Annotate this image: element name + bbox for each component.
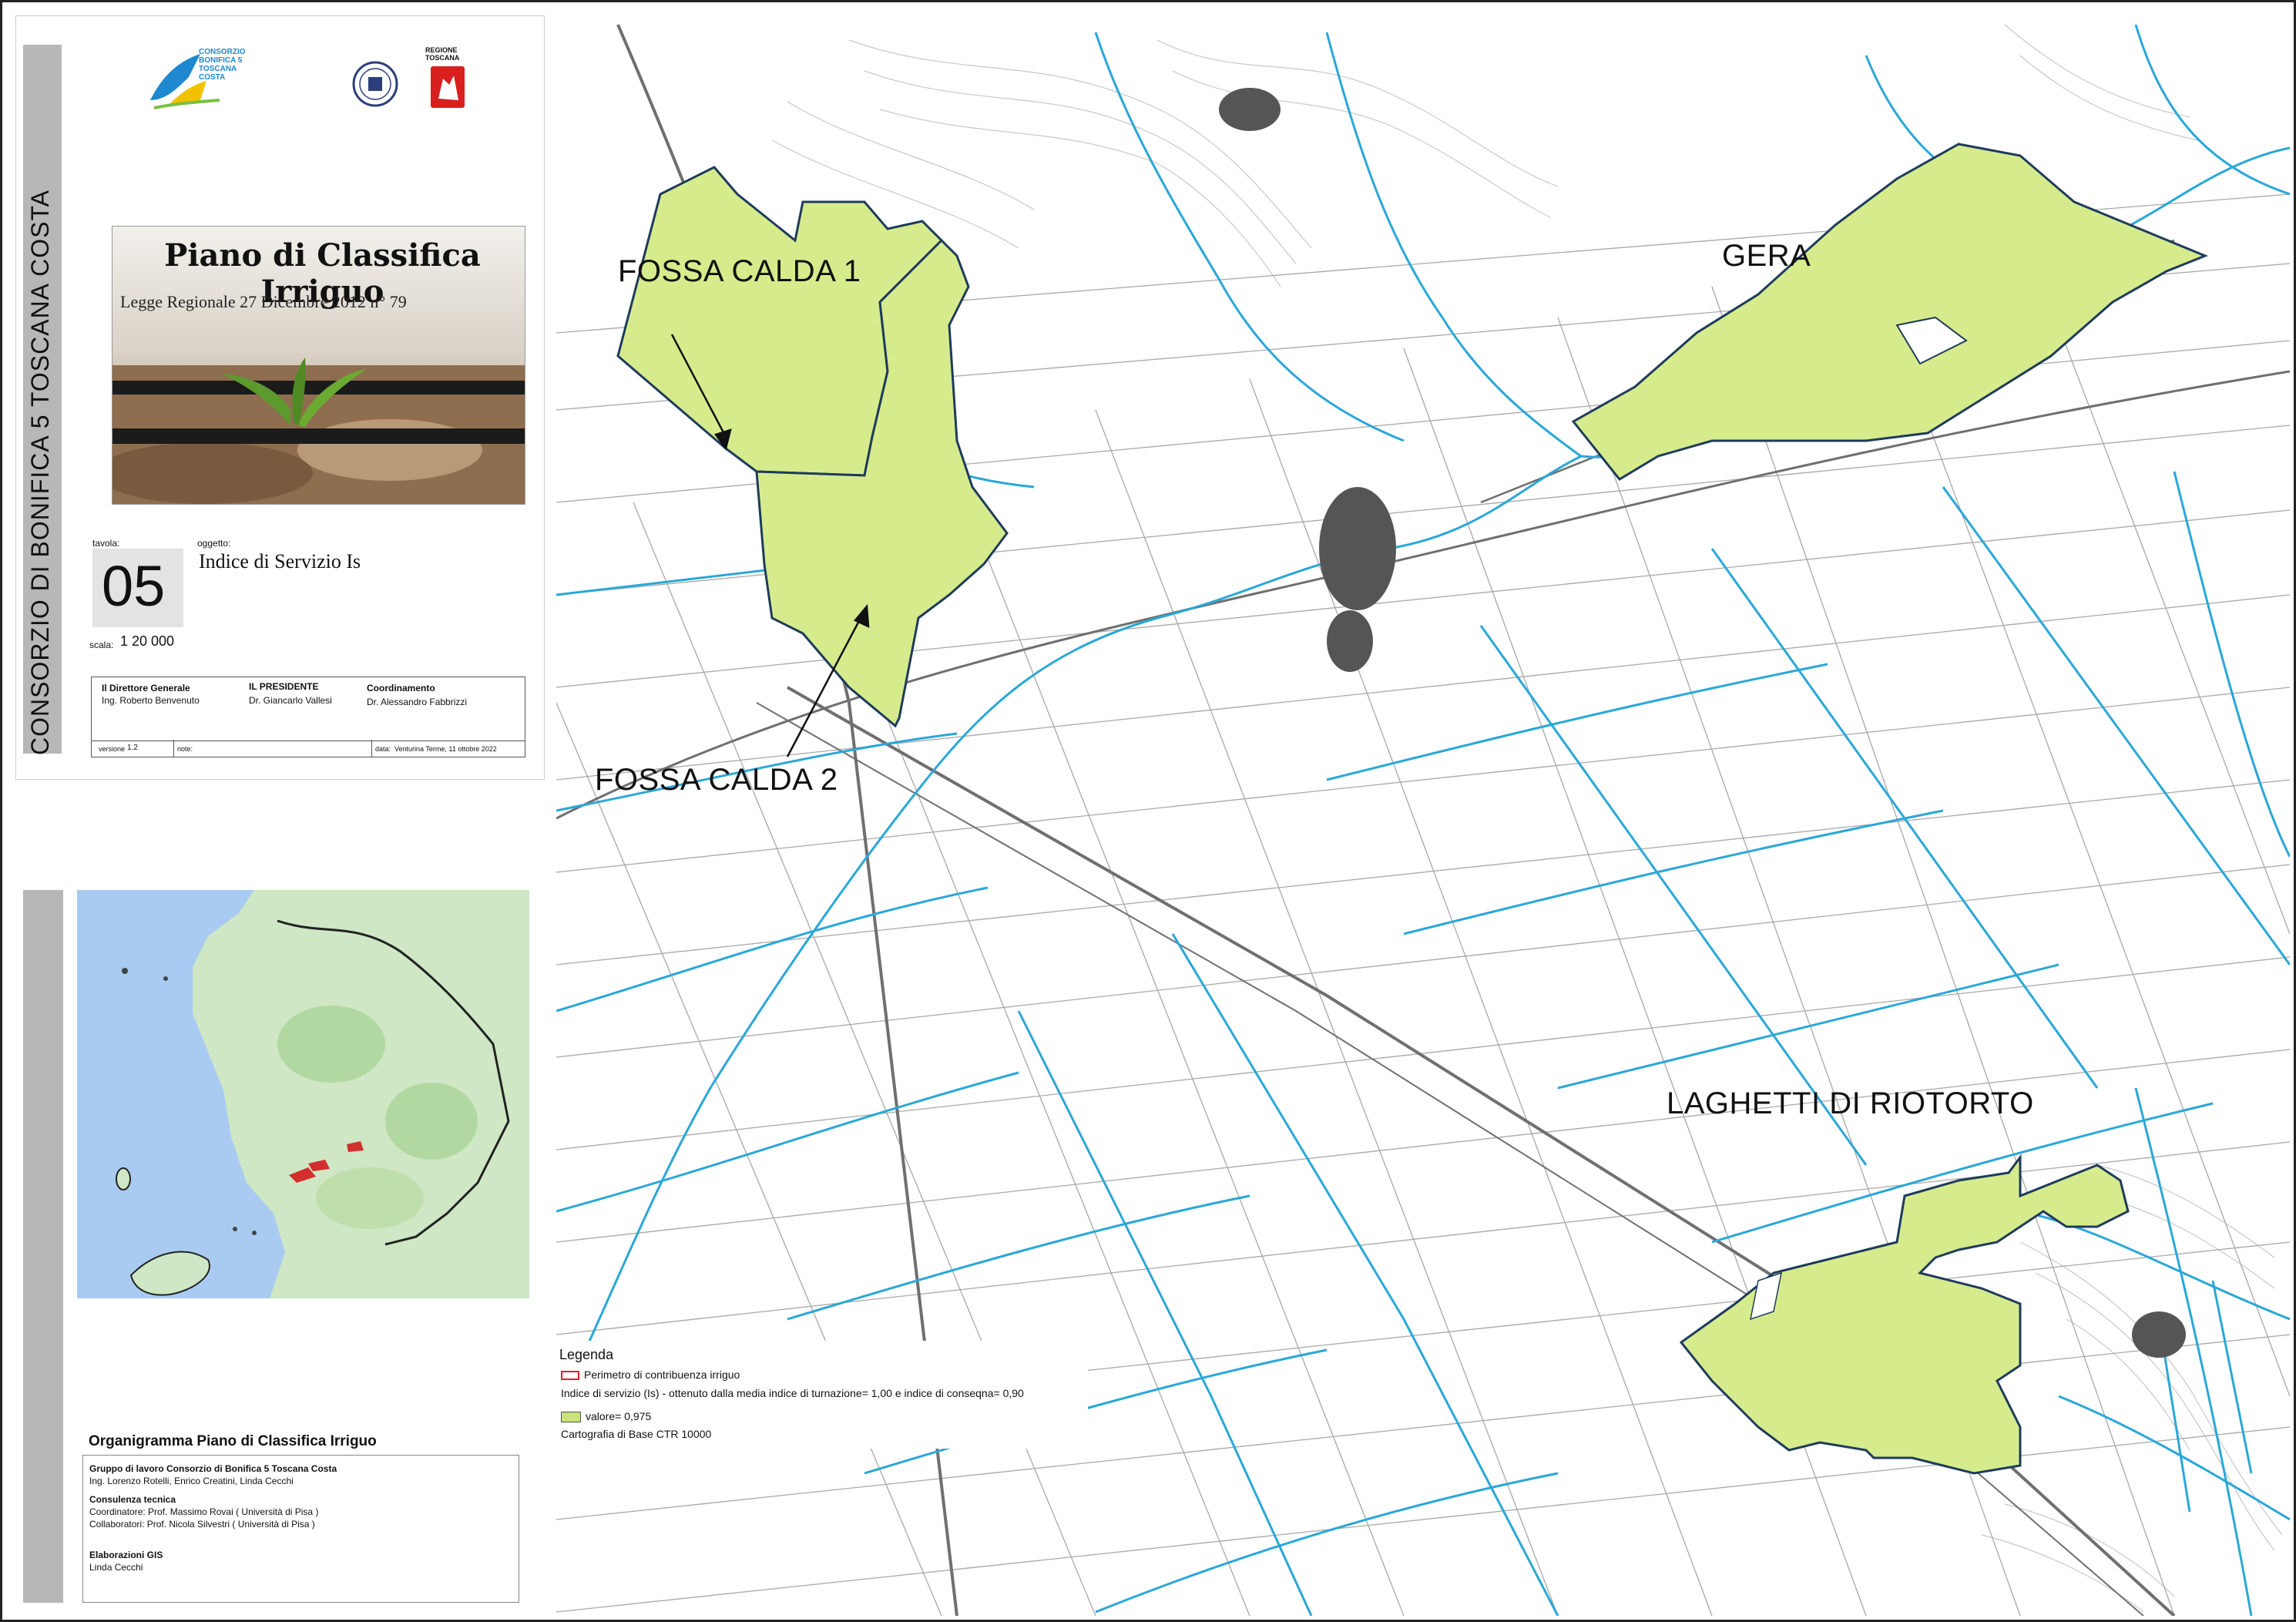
- org-line-6: Elaborazioni GIS: [89, 1550, 163, 1560]
- organigramma-box: Gruppo di lavoro Consorzio di Bonifica 5…: [82, 1455, 519, 1603]
- cover-image: Piano di Classifica Irriguo Legge Region…: [112, 226, 525, 505]
- regione-logo-text: REGIONE TOSCANA: [425, 46, 460, 62]
- data-label: data:: [375, 745, 391, 753]
- version-divider-2: [371, 740, 372, 757]
- note-label: note:: [177, 745, 193, 753]
- versione-value: 1.2: [127, 744, 138, 752]
- label-fossa-calda-2: FOSSA CALDA 2: [595, 763, 838, 797]
- legend-swatch-value: [561, 1412, 581, 1423]
- university-seal: [351, 54, 399, 114]
- label-gera: GERA: [1722, 239, 1811, 273]
- legend-item-value: valore= 0,975: [561, 1410, 652, 1423]
- sig-name-2: Dr. Giancarlo Vallesi: [249, 695, 332, 706]
- org-line-7: Linda Cecchi: [89, 1562, 143, 1573]
- label-laghetti-di-riotorto: LAGHETTI DI RIOTORTO: [1667, 1086, 2034, 1120]
- sig-name-1: Ing. Roberto Benvenuto: [102, 695, 200, 706]
- label-fossa-calda-1: FOSSA CALDA 1: [618, 254, 861, 288]
- org-line-5: Collaboratori: Prof. Nicola Silvestri ( …: [89, 1519, 315, 1530]
- sig-role-2: IL PRESIDENTE: [249, 681, 319, 692]
- org-line-1: Gruppo di lavoro Consorzio di Bonifica 5…: [89, 1463, 337, 1474]
- vertical-title: CONSORZIO DI BONIFICA 5 TOSCANA COSTA: [26, 189, 54, 755]
- org-line-3: Consulenza tecnica: [89, 1494, 176, 1505]
- scala-value: 1 20 000: [120, 633, 175, 649]
- legend-swatch-perimeter: [561, 1371, 579, 1381]
- scala-label: scala:: [89, 640, 114, 650]
- oggetto-value: Indice di Servizio Is: [199, 550, 361, 573]
- locator-map[interactable]: [77, 890, 529, 1298]
- tavola-label: tavola:: [92, 538, 120, 549]
- tavola-number: 05: [102, 554, 166, 618]
- legend-item-is: Indice di servizio (Is) - ottenuto dalla…: [561, 1387, 1024, 1399]
- legend-item-base: Cartografia di Base CTR 10000: [561, 1428, 712, 1440]
- version-divider-1: [173, 740, 174, 757]
- legend: Legenda Perimetro di contribuenza irrigu…: [556, 1341, 1088, 1449]
- organigramma-title: Organigramma Piano di Classifica Irriguo: [89, 1433, 377, 1449]
- org-line-4: Coordinatore: Prof. Massimo Rovai ( Univ…: [89, 1506, 319, 1517]
- org-line-2: Ing. Lorenzo Rotelli, Enrico Creatini, L…: [89, 1476, 294, 1486]
- legend-label-perimeter: Perimetro di contribuenza irriguo: [584, 1368, 740, 1381]
- legend-label-value: valore= 0,975: [586, 1410, 652, 1422]
- data-value: Venturina Terme, 11 ottobre 2022: [394, 745, 497, 753]
- sig-name-3: Dr. Alessandro Fabbrizzi: [367, 697, 468, 707]
- oggetto-label: oggetto:: [197, 538, 231, 549]
- cover-subtitle: Legge Regionale 27 Dicembre 2012 n° 79: [120, 292, 407, 311]
- legend-title: Legenda: [559, 1347, 614, 1362]
- sig-role-3: Coordinamento: [367, 683, 435, 693]
- versione-label: versione: [99, 745, 126, 753]
- locator-side-bar: [23, 890, 63, 1603]
- legend-item-perimeter: Perimetro di contribuenza irriguo: [561, 1368, 740, 1381]
- sig-role-1: Il Direttore Generale: [102, 683, 190, 693]
- consorzio-logo-text: CONSORZIO BONIFICA 5 TOSCANA COSTA: [199, 48, 246, 82]
